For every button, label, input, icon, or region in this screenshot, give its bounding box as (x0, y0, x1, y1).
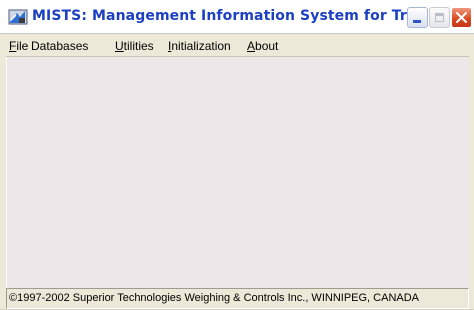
close-button[interactable] (451, 7, 472, 28)
menu-bar: File Databases Utilities Initialization … (0, 35, 474, 57)
menu-about[interactable]: About (247, 39, 278, 53)
window-frame-right (469, 34, 474, 310)
mdi-client-area[interactable] (6, 57, 469, 288)
copyright-text: ©1997-2002 Superior Technologies Weighin… (9, 292, 420, 304)
maximize-icon (435, 13, 444, 22)
menu-initialization[interactable]: Initialization (168, 39, 231, 53)
window-title: MISTS: Management Information System for… (32, 8, 434, 24)
close-icon (456, 12, 467, 23)
maximize-button[interactable] (429, 7, 450, 28)
status-bar: ©1997-2002 Superior Technologies Weighin… (6, 288, 469, 309)
minimize-button[interactable] (407, 7, 428, 28)
app-window: MISTS: Management Information System for… (0, 0, 474, 310)
truck-scale-icon (8, 9, 28, 25)
menu-databases[interactable]: Databases (31, 39, 88, 53)
menu-file[interactable]: File (9, 39, 28, 53)
menu-utilities[interactable]: Utilities (115, 39, 154, 53)
title-bar[interactable]: MISTS: Management Information System for… (0, 0, 474, 34)
minimize-icon (413, 20, 421, 23)
